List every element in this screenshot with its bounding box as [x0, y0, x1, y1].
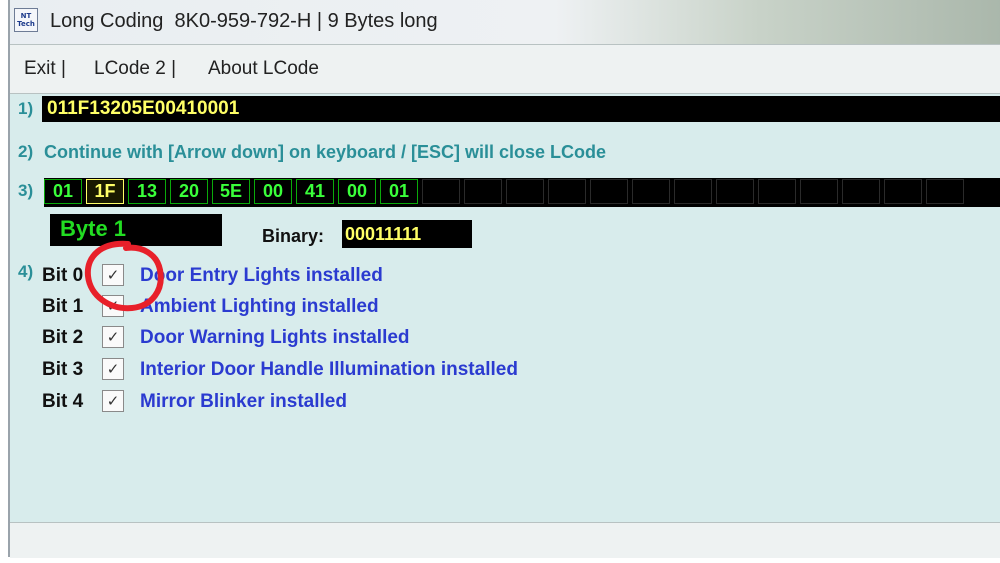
menu-lcode2[interactable]: LCode 2 | — [94, 57, 176, 81]
menu-bar: Exit | LCode 2 | About LCode — [10, 44, 1000, 94]
row-number-2: 2) — [18, 142, 34, 161]
bit-label: Bit 1 — [42, 296, 84, 317]
bit-checkbox[interactable]: ✓ — [102, 264, 124, 286]
empty-byte-cell — [548, 179, 586, 204]
bit-description[interactable]: Door Entry Lights installed — [140, 265, 383, 287]
bit-description[interactable]: Mirror Blinker installed — [140, 391, 347, 413]
empty-byte-cell — [800, 179, 838, 204]
coding-value-field[interactable]: 011F13205E00410001 — [42, 96, 1000, 122]
byte-cell[interactable]: 01 — [44, 179, 82, 204]
status-bar — [10, 522, 1000, 558]
selected-byte-label: Byte 1 — [50, 214, 222, 246]
empty-byte-cell — [464, 179, 502, 204]
bit-label: Bit 2 — [42, 327, 84, 348]
bit-description[interactable]: Ambient Lighting installed — [140, 296, 379, 318]
bit-label: Bit 4 — [42, 391, 84, 412]
empty-byte-cell — [632, 179, 670, 204]
empty-byte-cell — [674, 179, 712, 204]
byte-cell[interactable]: 00 — [338, 179, 376, 204]
empty-byte-cell — [506, 179, 544, 204]
byte-cell[interactable]: 20 — [170, 179, 208, 204]
coding-value: 011F13205E00410001 — [47, 98, 240, 119]
byte-strip: 01 1F 13 20 5E 00 41 00 01 — [44, 178, 1000, 207]
byte-cell[interactable]: 41 — [296, 179, 334, 204]
byte-cell[interactable]: 13 — [128, 179, 166, 204]
bit-checkbox[interactable]: ✓ — [102, 358, 124, 380]
byte-cell[interactable]: 1F — [86, 179, 124, 204]
bit-checkbox[interactable]: ✓ — [102, 295, 124, 317]
empty-byte-cell — [422, 179, 460, 204]
bit-description[interactable]: Door Warning Lights installed — [140, 327, 410, 349]
byte-cell[interactable]: 00 — [254, 179, 292, 204]
empty-byte-cell — [716, 179, 754, 204]
menu-about-lcode[interactable]: About LCode — [208, 57, 319, 81]
binary-label: Binary: — [262, 226, 325, 246]
byte-cell[interactable]: 5E — [212, 179, 250, 204]
long-coding-window: NT Tech Long Coding 8K0-959-792-H | 9 By… — [8, 0, 1000, 558]
bit-description[interactable]: Interior Door Handle Illumination instal… — [140, 359, 518, 381]
bit-row: Bit 1 ✓ Ambient Lighting installed — [42, 294, 642, 320]
empty-byte-cell — [758, 179, 796, 204]
bit-checkbox[interactable]: ✓ — [102, 390, 124, 412]
bit-row: Bit 2 ✓ Door Warning Lights installed — [42, 325, 642, 351]
row-number-4: 4) — [18, 262, 34, 281]
empty-byte-cell — [590, 179, 628, 204]
empty-byte-cell — [884, 179, 922, 204]
window-title: Long Coding 8K0-959-792-H | 9 Bytes long — [50, 10, 438, 32]
bit-row: Bit 4 ✓ Mirror Blinker installed — [42, 389, 642, 415]
menu-exit[interactable]: Exit | — [24, 57, 66, 81]
app-logo-icon: NT Tech — [14, 8, 38, 32]
bit-label: Bit 3 — [42, 359, 84, 380]
byte-cell[interactable]: 01 — [380, 179, 418, 204]
instruction-text: Continue with [Arrow down] on keyboard /… — [44, 142, 607, 162]
bit-label: Bit 0 — [42, 265, 84, 286]
bit-checkbox[interactable]: ✓ — [102, 326, 124, 348]
row-number-3: 3) — [18, 181, 34, 200]
empty-byte-cell — [926, 179, 964, 204]
title-bar[interactable]: NT Tech Long Coding 8K0-959-792-H | 9 By… — [10, 0, 1000, 44]
binary-value: 00011111 — [342, 220, 472, 248]
empty-byte-cell — [842, 179, 880, 204]
row-number-1: 1) — [18, 99, 34, 118]
bit-row: Bit 3 ✓ Interior Door Handle Illuminatio… — [42, 357, 642, 383]
bit-row: Bit 0 ✓ Door Entry Lights installed — [42, 263, 642, 289]
